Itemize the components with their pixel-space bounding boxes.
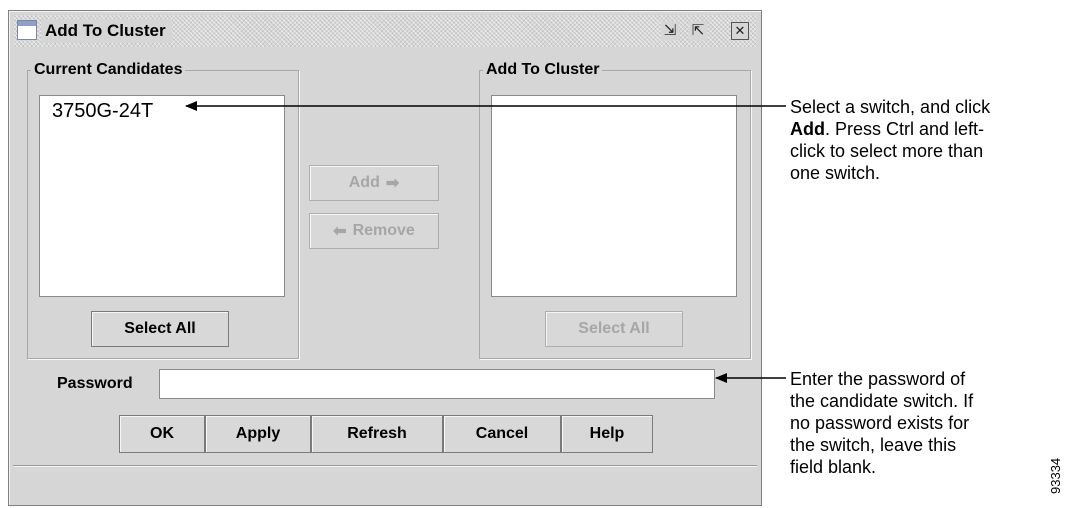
select-switch-callout: Select a switch, and click Add. Press Ct… — [790, 96, 990, 184]
callout-line: Add. Press Ctrl and left- — [790, 118, 990, 140]
callout-line: the candidate switch. If — [790, 391, 974, 411]
callout-line: one switch. — [790, 163, 881, 183]
callout-line: field blank. — [790, 457, 877, 477]
figure-id: 93334 — [1048, 457, 1063, 494]
callout-text: . Press Ctrl and left- — [825, 119, 985, 139]
callout-line: click to select more than — [790, 141, 984, 161]
callout-line: no password exists for — [790, 413, 970, 433]
callout-line: Select a switch, and click — [790, 97, 991, 117]
callout-line: the switch, leave this — [790, 435, 957, 455]
password-callout: Enter the password of the candidate swit… — [790, 368, 973, 478]
add-emphasis: Add — [790, 119, 825, 139]
callout-line: Enter the password of — [790, 369, 966, 389]
